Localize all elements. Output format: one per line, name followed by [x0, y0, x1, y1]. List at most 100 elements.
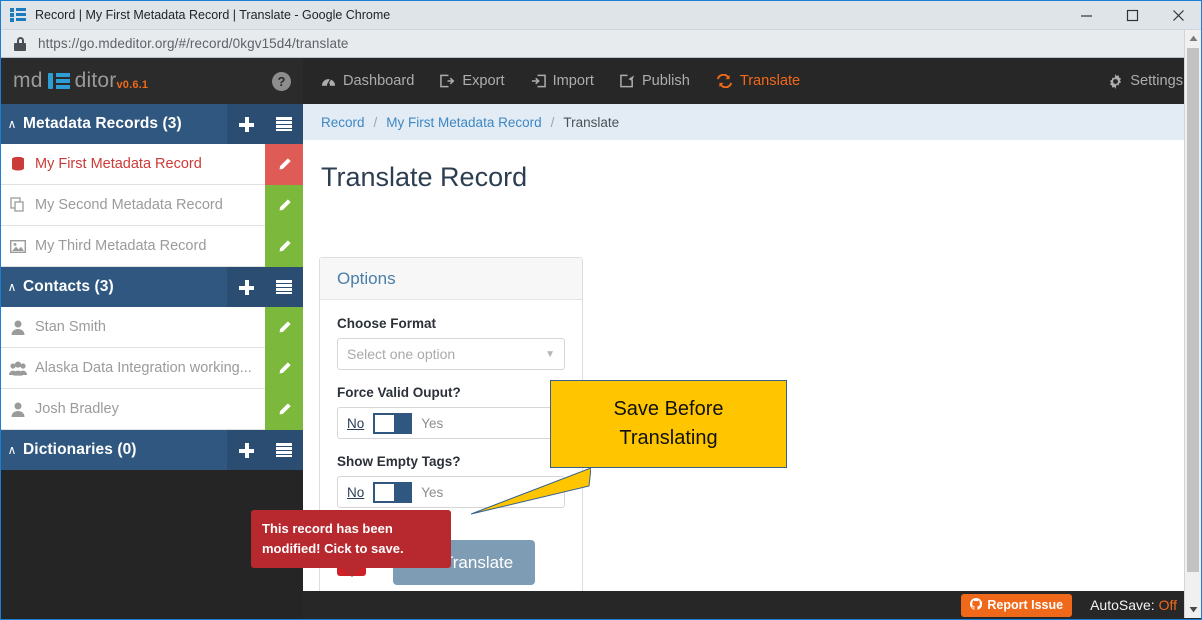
add-dictionary-button[interactable] — [227, 430, 265, 470]
list-contacts-button[interactable] — [265, 267, 303, 307]
nav-import[interactable]: Import — [531, 73, 594, 89]
toggle-on-label[interactable]: Yes — [421, 416, 443, 431]
breadcrumb-root[interactable]: Record — [321, 115, 365, 130]
scrollbar-thumb[interactable] — [1187, 48, 1199, 572]
list-item[interactable]: My First Metadata Record — [1, 144, 303, 185]
person-icon — [1, 320, 35, 335]
edit-record-button[interactable] — [265, 226, 303, 267]
list-item[interactable]: Josh Bradley — [1, 389, 303, 430]
chevron-up-icon: ∧ — [7, 117, 17, 131]
gear-icon — [1108, 73, 1123, 89]
section-actions — [227, 267, 303, 307]
list-item[interactable]: My Second Metadata Record — [1, 185, 303, 226]
nav-label: Translate — [739, 73, 801, 89]
list-item[interactable]: Alaska Data Integration working... — [1, 348, 303, 389]
edit-contact-button[interactable] — [265, 389, 303, 430]
nav-export[interactable]: Export — [440, 73, 505, 89]
autosave-value: Off — [1158, 597, 1177, 613]
nav-settings[interactable]: Settings — [1108, 73, 1183, 89]
list-item[interactable]: Stan Smith — [1, 307, 303, 348]
nav-publish[interactable]: Publish — [620, 73, 690, 89]
status-bar-left — [303, 591, 605, 619]
section-actions — [227, 430, 303, 470]
breadcrumb-separator: / — [550, 114, 555, 130]
callout-save-before-translating: Save Before Translating — [550, 380, 787, 468]
tab-title: Record | My First Metadata Record | Tran… — [35, 8, 391, 22]
image-icon — [1, 239, 35, 254]
favicon-icon — [10, 7, 26, 23]
unsaved-changes-tooltip: This record has been modified! Cick to s… — [251, 510, 451, 577]
callout-text: Save Before Translating — [613, 395, 723, 453]
breadcrumb-current: Translate — [563, 114, 620, 130]
toggle-on-label[interactable]: Yes — [421, 485, 443, 500]
report-issue-button[interactable]: Report Issue — [961, 593, 1073, 617]
edit-record-button[interactable] — [265, 144, 303, 185]
autosave-status: AutoSave: Off — [1090, 597, 1177, 613]
lock-icon — [14, 36, 26, 51]
brand-text: md ditor v0.6.1 — [13, 69, 148, 93]
window-controls — [1063, 1, 1201, 30]
nav-label: Import — [552, 73, 594, 89]
force-valid-output-label: Force Valid Ouput? — [337, 385, 461, 400]
sidebar-section-metadata-records[interactable]: ∧ Metadata Records (3) — [1, 104, 303, 144]
nav-dashboard[interactable]: Dashboard — [321, 73, 414, 89]
list-dictionaries-button[interactable] — [265, 430, 303, 470]
scroll-down-arrow-icon[interactable] — [1185, 601, 1201, 618]
section-title: Metadata Records (3) — [23, 115, 182, 132]
list-item-label: My Third Metadata Record — [35, 238, 207, 254]
list-records-button[interactable] — [265, 104, 303, 144]
nav-label: Dashboard — [343, 73, 415, 89]
page-title: Translate Record — [321, 162, 528, 192]
callout-tail — [471, 467, 591, 515]
list-item-label: Josh Bradley — [35, 401, 119, 417]
report-issue-label: Report Issue — [987, 598, 1064, 612]
edit-contact-button[interactable] — [265, 348, 303, 389]
sidebar-section-dictionaries[interactable]: ∧ Dictionaries (0) — [1, 430, 303, 470]
toggle-off-label[interactable]: No — [347, 416, 364, 431]
edit-record-button[interactable] — [265, 185, 303, 226]
format-select[interactable]: Select one option ▼ — [337, 338, 565, 370]
add-contact-button[interactable] — [227, 267, 265, 307]
export-icon — [440, 74, 455, 88]
format-select-placeholder: Select one option — [347, 346, 456, 362]
breadcrumb-separator: / — [373, 114, 378, 130]
chevron-up-icon: ∧ — [7, 280, 17, 294]
vertical-scrollbar[interactable] — [1184, 30, 1201, 618]
list-item-label: Alaska Data Integration working... — [35, 360, 252, 376]
maximize-icon[interactable] — [1109, 1, 1155, 30]
breadcrumb-record[interactable]: My First Metadata Record — [386, 115, 541, 130]
url-text: https://go.mdeditor.org/#/record/0kgv15d… — [38, 36, 349, 51]
section-title: Contacts (3) — [23, 278, 114, 295]
section-title: Dictionaries (0) — [23, 441, 137, 458]
app-viewport: md ditor v0.6.1 ? ∧ Metadata Records (3) — [1, 58, 1201, 619]
toggle-off-label[interactable]: No — [347, 485, 364, 500]
force-valid-output-toggle[interactable]: No Yes — [337, 407, 565, 439]
list-icon — [276, 443, 292, 457]
toggle-switch[interactable] — [373, 412, 413, 434]
toggle-switch[interactable] — [373, 481, 413, 503]
add-record-button[interactable] — [227, 104, 265, 144]
chevron-up-icon: ∧ — [7, 443, 17, 457]
translate-icon — [716, 74, 733, 88]
close-icon[interactable] — [1155, 1, 1201, 30]
brand-suffix: ditor — [74, 69, 117, 92]
translate-button-label: Translate — [443, 552, 514, 572]
options-card-header: Options — [320, 258, 582, 300]
version-label: v0.6.1 — [116, 79, 149, 91]
list-item-label: Stan Smith — [35, 319, 106, 335]
list-item-label: My Second Metadata Record — [35, 197, 223, 213]
editor-mark-icon — [47, 72, 70, 90]
address-bar[interactable]: https://go.mdeditor.org/#/record/0kgv15d… — [1, 30, 1201, 58]
status-bar: Report Issue AutoSave: Off — [605, 591, 1201, 619]
copy-icon — [1, 197, 35, 213]
sidebar-section-contacts[interactable]: ∧ Contacts (3) — [1, 267, 303, 307]
minimize-icon[interactable] — [1063, 1, 1109, 30]
scroll-up-arrow-icon[interactable] — [1185, 30, 1201, 47]
help-icon[interactable]: ? — [272, 71, 291, 91]
edit-contact-button[interactable] — [265, 307, 303, 348]
app-logo[interactable]: md ditor v0.6.1 ? — [1, 58, 303, 104]
list-item[interactable]: My Third Metadata Record — [1, 226, 303, 267]
publish-icon — [620, 74, 635, 88]
top-navbar: Dashboard Export Import Publish Translat… — [303, 58, 1201, 104]
nav-translate[interactable]: Translate — [716, 73, 800, 89]
